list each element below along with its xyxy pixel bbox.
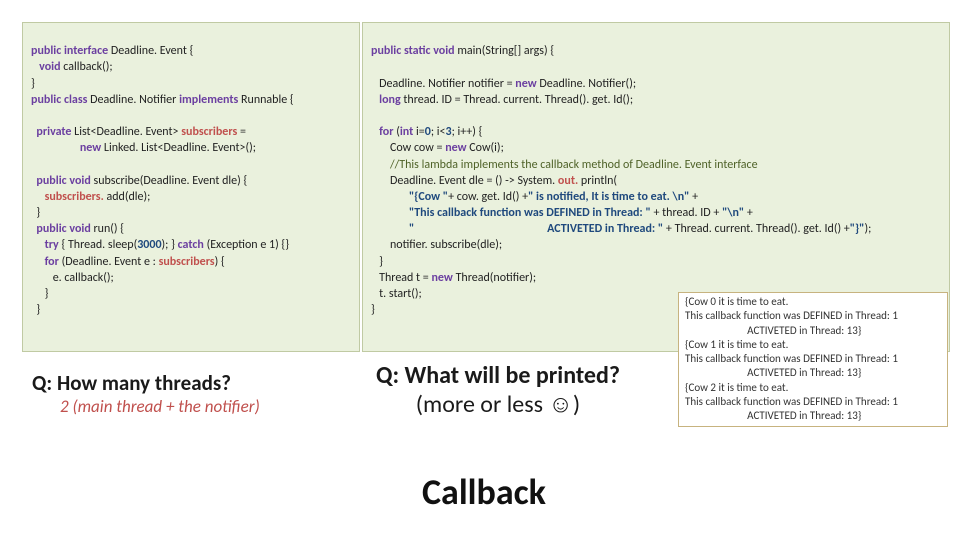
- code-text: + Thread. current. Thread(). get. Id() +: [666, 222, 850, 236]
- question-printed: Q: What will be printed? (more or less ☺…: [376, 362, 620, 420]
- code-text: ; i<: [431, 125, 446, 139]
- code-text: + cow. get. Id() +: [448, 190, 528, 204]
- code-text: }: [371, 255, 383, 269]
- code-text: "\n": [722, 206, 747, 220]
- code-text: }: [31, 206, 40, 220]
- code-text: [31, 158, 34, 172]
- code-text: callback();: [63, 60, 112, 74]
- code-text: { Thread. sleep(: [61, 238, 137, 252]
- output-box: {Cow 0 it is time to eat. This callback …: [678, 292, 948, 427]
- code-text: run() {: [94, 222, 125, 236]
- code-text: subscribers: [159, 255, 215, 269]
- answer-threads: 2 (main thread + the notifier): [32, 396, 260, 417]
- code-text: =: [240, 125, 246, 139]
- code-text: public static void: [371, 44, 457, 58]
- code-text: for: [371, 125, 396, 139]
- code-text: public void: [31, 174, 94, 188]
- code-text: ) {: [215, 255, 225, 269]
- code-text: public interface: [31, 44, 111, 58]
- code-text: Cow(i);: [469, 141, 504, 155]
- code-text: List<Deadline. Event>: [74, 125, 181, 139]
- q1-text: Q: How many threads?: [32, 370, 231, 396]
- code-text: ); }: [162, 238, 178, 252]
- code-text: ": [371, 222, 477, 236]
- code-text: Deadline. Notifier: [90, 93, 179, 107]
- code-text: subscribe(Deadline. Event dle) {: [94, 174, 248, 188]
- code-text: Thread(notifier);: [456, 271, 537, 285]
- code-text: private: [31, 125, 74, 139]
- code-text: }: [31, 303, 40, 317]
- code-text: subscribers.: [31, 190, 107, 204]
- code-text: }: [371, 303, 375, 317]
- code-text: "{Cow ": [371, 190, 448, 204]
- code-text: add(dle);: [107, 190, 151, 204]
- code-text: + thread. ID +: [653, 206, 722, 220]
- code-text: t. start();: [371, 287, 422, 301]
- code-text: "This callback function was DEFINED in T…: [371, 206, 653, 220]
- code-text: (Deadline. Event e :: [62, 255, 159, 269]
- code-text: Deadline. Event {: [111, 44, 193, 58]
- code-text: [371, 109, 374, 123]
- code-text: public void: [31, 222, 94, 236]
- code-text: public class: [31, 93, 90, 107]
- code-text: try: [31, 238, 61, 252]
- code-text: Linked. List<Deadline. Event>();: [104, 141, 256, 155]
- code-text: e. callback();: [31, 271, 114, 285]
- code-text: +: [692, 190, 698, 204]
- code-text: +: [747, 206, 753, 220]
- question-threads: Q: How many threads? 2 (main thread + th…: [32, 370, 260, 417]
- code-text: new: [515, 77, 539, 91]
- code-text: void: [31, 60, 63, 74]
- code-text: "}": [850, 222, 865, 236]
- code-text: Thread t =: [371, 271, 431, 285]
- code-text: Runnable: [241, 93, 290, 107]
- q2-line1: Q: What will be printed?: [376, 361, 620, 390]
- q2-line2: (more or less ☺): [416, 390, 580, 419]
- code-text: [371, 60, 374, 74]
- code-text: [31, 109, 34, 123]
- code-text: (Exception e 1) {}: [207, 238, 289, 252]
- code-text: new: [431, 271, 455, 285]
- code-text: ; i++) {: [452, 125, 483, 139]
- code-text: new: [31, 141, 104, 155]
- code-text: implements: [179, 93, 241, 107]
- code-text: thread. ID = Thread. current. Thread(). …: [403, 93, 633, 107]
- code-text: }: [31, 77, 35, 91]
- code-text: main(String[] args) {: [457, 44, 554, 58]
- code-text: Deadline. Event dle = () -> System.: [371, 174, 558, 188]
- code-text: subscribers: [181, 125, 240, 139]
- code-text: int: [400, 125, 416, 139]
- code-text: long: [371, 93, 403, 107]
- slide-title: Callback: [422, 470, 546, 514]
- code-text: Cow cow =: [371, 141, 445, 155]
- code-text: ACTIVETED in Thread: ": [477, 222, 666, 236]
- code-text: );: [864, 222, 871, 236]
- code-text: new: [445, 141, 469, 155]
- code-text: out.: [558, 174, 581, 188]
- code-text: Deadline. Notifier();: [539, 77, 636, 91]
- code-text: catch: [178, 238, 207, 252]
- code-text: " is notified, It is time to eat. \n": [528, 190, 692, 204]
- code-text: i=: [416, 125, 425, 139]
- code-text: {: [290, 93, 294, 107]
- left-code-box: public interface Deadline. Event { void …: [22, 22, 360, 352]
- code-text: Deadline. Notifier notifier =: [371, 77, 515, 91]
- code-text: 3000: [137, 238, 161, 252]
- code-text: for: [31, 255, 62, 269]
- code-text: notifier. subscribe(dle);: [371, 238, 502, 252]
- code-text: println(: [581, 174, 617, 188]
- code-text: }: [31, 287, 48, 301]
- code-comment: //This lambda implements the callback me…: [371, 158, 758, 172]
